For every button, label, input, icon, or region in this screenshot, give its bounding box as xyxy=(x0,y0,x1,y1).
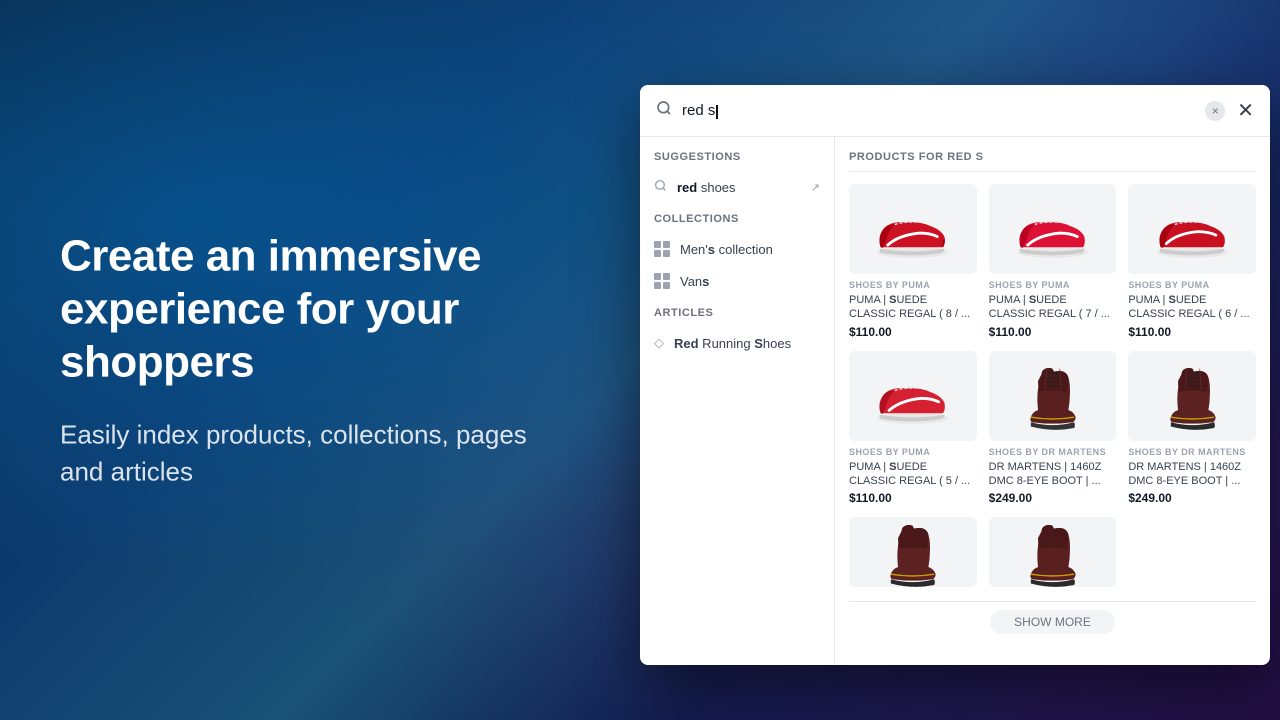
product-name-3: PUMA | SUEDE CLASSIC REGAL ( 6 / ... xyxy=(1128,293,1256,322)
suggestion-text: red shoes xyxy=(677,180,736,195)
product-image-7 xyxy=(849,517,977,587)
product-price-6: $249.00 xyxy=(1128,491,1256,505)
product-image-1 xyxy=(849,184,977,274)
left-panel: Create an immersive experience for your … xyxy=(60,230,580,489)
product-brand-1: SHOES BY PUMA xyxy=(849,280,977,290)
products-column: Products for red s xyxy=(835,137,1270,665)
product-image-5 xyxy=(989,351,1117,441)
suggestions-section-title: Suggestions xyxy=(640,151,834,171)
show-more-bar: SHOW MORE xyxy=(849,601,1256,642)
suggestions-column: Suggestions red shoes ↗ Collections Me xyxy=(640,137,835,665)
product-card-6[interactable]: SHOES BY DR MARTENS DR MARTENS | 1460Z D… xyxy=(1128,351,1256,506)
articles-section-title: Articles xyxy=(640,307,834,327)
product-price-4: $110.00 xyxy=(849,491,977,505)
products-header: Products for red s xyxy=(849,151,1256,172)
search-results: Suggestions red shoes ↗ Collections Me xyxy=(640,137,1270,665)
collection-icon-2 xyxy=(654,273,670,289)
product-brand-3: SHOES BY PUMA xyxy=(1128,280,1256,290)
main-heading: Create an immersive experience for your … xyxy=(60,230,580,388)
search-modal: red s × ✕ Suggestions red shoes ↗ C xyxy=(640,85,1270,665)
article-icon: ◇ xyxy=(654,335,664,351)
article-label: Red Running Shoes xyxy=(674,336,791,351)
product-card-5[interactable]: SHOES BY DR MARTENS DR MARTENS | 1460Z D… xyxy=(989,351,1117,506)
search-clear-button[interactable]: × xyxy=(1205,101,1225,121)
cursor xyxy=(716,105,718,119)
product-card-8[interactable] xyxy=(989,517,1117,593)
search-input[interactable]: red s xyxy=(682,102,1205,119)
collections-section-title: Collections xyxy=(640,213,834,233)
product-image-6 xyxy=(1128,351,1256,441)
product-card-empty xyxy=(1128,517,1256,593)
product-card-4[interactable]: SHOES BY PUMA PUMA | SUEDE CLASSIC REGAL… xyxy=(849,351,977,506)
product-brand-2: SHOES BY PUMA xyxy=(989,280,1117,290)
product-price-2: $110.00 xyxy=(989,325,1117,339)
products-grid: SHOES BY PUMA PUMA | SUEDE CLASSIC REGAL… xyxy=(849,184,1256,505)
product-price-1: $110.00 xyxy=(849,325,977,339)
product-price-3: $110.00 xyxy=(1128,325,1256,339)
product-image-3 xyxy=(1128,184,1256,274)
search-close-button[interactable]: ✕ xyxy=(1237,101,1254,121)
collection-mens-label: Men's collection xyxy=(680,242,773,257)
suggestion-item-red-shoes[interactable]: red shoes ↗ xyxy=(640,171,834,203)
product-name-6: DR MARTENS | 1460Z DMC 8-EYE BOOT | ... xyxy=(1128,460,1256,489)
article-item-red-running-shoes[interactable]: ◇ Red Running Shoes xyxy=(640,327,834,359)
collection-item-mens[interactable]: Men's collection xyxy=(640,233,834,265)
product-image-4 xyxy=(849,351,977,441)
product-name-5: DR MARTENS | 1460Z DMC 8-EYE BOOT | ... xyxy=(989,460,1117,489)
show-more-button[interactable]: SHOW MORE xyxy=(990,610,1115,634)
product-name-2: PUMA | SUEDE CLASSIC REGAL ( 7 / ... xyxy=(989,293,1117,322)
product-brand-6: SHOES BY DR MARTENS xyxy=(1128,447,1256,457)
product-card-7[interactable] xyxy=(849,517,977,593)
product-image-2 xyxy=(989,184,1117,274)
product-card-3[interactable]: SHOES BY PUMA PUMA | SUEDE CLASSIC REGAL… xyxy=(1128,184,1256,339)
search-icon xyxy=(656,100,672,121)
products-grid-bottom xyxy=(849,517,1256,593)
sub-text: Easily index products, collections, page… xyxy=(60,417,580,490)
product-name-4: PUMA | SUEDE CLASSIC REGAL ( 5 / ... xyxy=(849,460,977,489)
product-image-8 xyxy=(989,517,1117,587)
product-card-1[interactable]: SHOES BY PUMA PUMA | SUEDE CLASSIC REGAL… xyxy=(849,184,977,339)
collection-item-vans[interactable]: Vans xyxy=(640,265,834,297)
search-bar: red s × ✕ xyxy=(640,85,1270,137)
suggestion-arrow-icon: ↗ xyxy=(811,181,820,194)
product-brand-5: SHOES BY DR MARTENS xyxy=(989,447,1117,457)
search-suggestion-icon xyxy=(654,179,667,195)
collection-icon xyxy=(654,241,670,257)
product-card-2[interactable]: SHOES BY PUMA PUMA | SUEDE CLASSIC REGAL… xyxy=(989,184,1117,339)
product-brand-4: SHOES BY PUMA xyxy=(849,447,977,457)
collection-vans-label: Vans xyxy=(680,274,709,289)
product-name-1: PUMA | SUEDE CLASSIC REGAL ( 8 / ... xyxy=(849,293,977,322)
product-price-5: $249.00 xyxy=(989,491,1117,505)
